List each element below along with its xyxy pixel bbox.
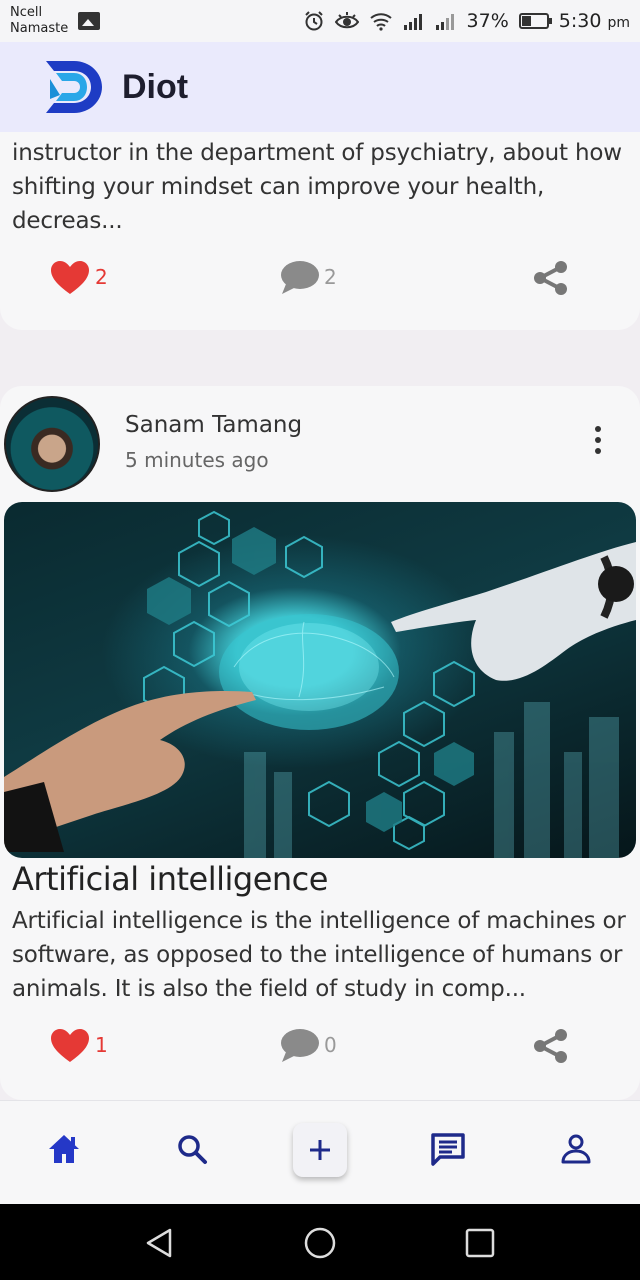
- share-icon[interactable]: [532, 260, 570, 296]
- post-time: 5 minutes ago: [125, 448, 269, 472]
- post-feed[interactable]: instructor in the department of psychiat…: [0, 132, 640, 1100]
- app-name: Diot: [122, 67, 189, 106]
- status-icons: 37% 5:30 pm: [303, 10, 630, 32]
- ai-brain-robot-hand-image: [4, 510, 636, 858]
- signal-icon: [403, 14, 422, 30]
- back-icon[interactable]: [143, 1226, 177, 1260]
- carrier-info: Ncell Namaste: [10, 5, 68, 37]
- more-options-icon[interactable]: [590, 426, 606, 460]
- add-post-button[interactable]: [293, 1123, 347, 1177]
- avatar[interactable]: [4, 396, 100, 492]
- post-excerpt: instructor in the department of psychiat…: [12, 140, 622, 234]
- post-card[interactable]: Sanam Tamang 5 minutes ago Artificial in…: [0, 386, 640, 1100]
- post-card[interactable]: instructor in the department of psychiat…: [0, 132, 640, 330]
- battery-icon: [518, 13, 552, 29]
- author-name[interactable]: Sanam Tamang: [125, 412, 302, 438]
- clock-suffix: pm: [607, 15, 630, 31]
- alarm-icon: [304, 11, 323, 31]
- system-navigation-bar: [0, 1204, 640, 1280]
- post-actions: 1 0: [0, 1028, 640, 1068]
- like-count: 2: [95, 265, 108, 289]
- comment-count: 0: [324, 1033, 337, 1057]
- battery-percent: 37%: [466, 10, 509, 32]
- profile-icon[interactable]: [556, 1129, 596, 1169]
- clock-time: 5:30: [558, 10, 602, 32]
- bottom-navigation: [0, 1100, 640, 1204]
- carrier-subname: Namaste: [10, 21, 69, 36]
- carrier-name: Ncell: [10, 5, 43, 20]
- search-icon[interactable]: [172, 1129, 212, 1169]
- share-icon[interactable]: [532, 1028, 570, 1064]
- add-icon: [310, 1140, 330, 1160]
- comment-count: 2: [324, 265, 337, 289]
- comment-icon[interactable]: [280, 260, 320, 296]
- signal-icon: [435, 14, 454, 30]
- app-header: Diot: [0, 42, 640, 132]
- chat-icon[interactable]: [428, 1129, 468, 1169]
- post-image[interactable]: [4, 502, 636, 858]
- post-actions: 2 2: [0, 260, 640, 300]
- status-bar: Ncell Namaste 37% 5:30 pm: [0, 0, 640, 42]
- home-circle-icon[interactable]: [303, 1226, 337, 1260]
- comment-icon[interactable]: [280, 1028, 320, 1064]
- like-count: 1: [95, 1033, 108, 1057]
- wifi-icon: [369, 13, 392, 31]
- clock: 5:30 pm: [559, 10, 630, 32]
- recent-apps-icon[interactable]: [463, 1226, 497, 1260]
- post-title[interactable]: Artificial intelligence: [12, 860, 328, 898]
- heart-icon[interactable]: [50, 260, 90, 296]
- gallery-icon: [78, 12, 101, 30]
- eye-icon: [334, 12, 359, 29]
- diot-logo: [46, 61, 102, 113]
- heart-icon[interactable]: [50, 1028, 90, 1064]
- home-icon[interactable]: [44, 1129, 84, 1169]
- post-excerpt: Artificial intelligence is the intellige…: [12, 908, 626, 1002]
